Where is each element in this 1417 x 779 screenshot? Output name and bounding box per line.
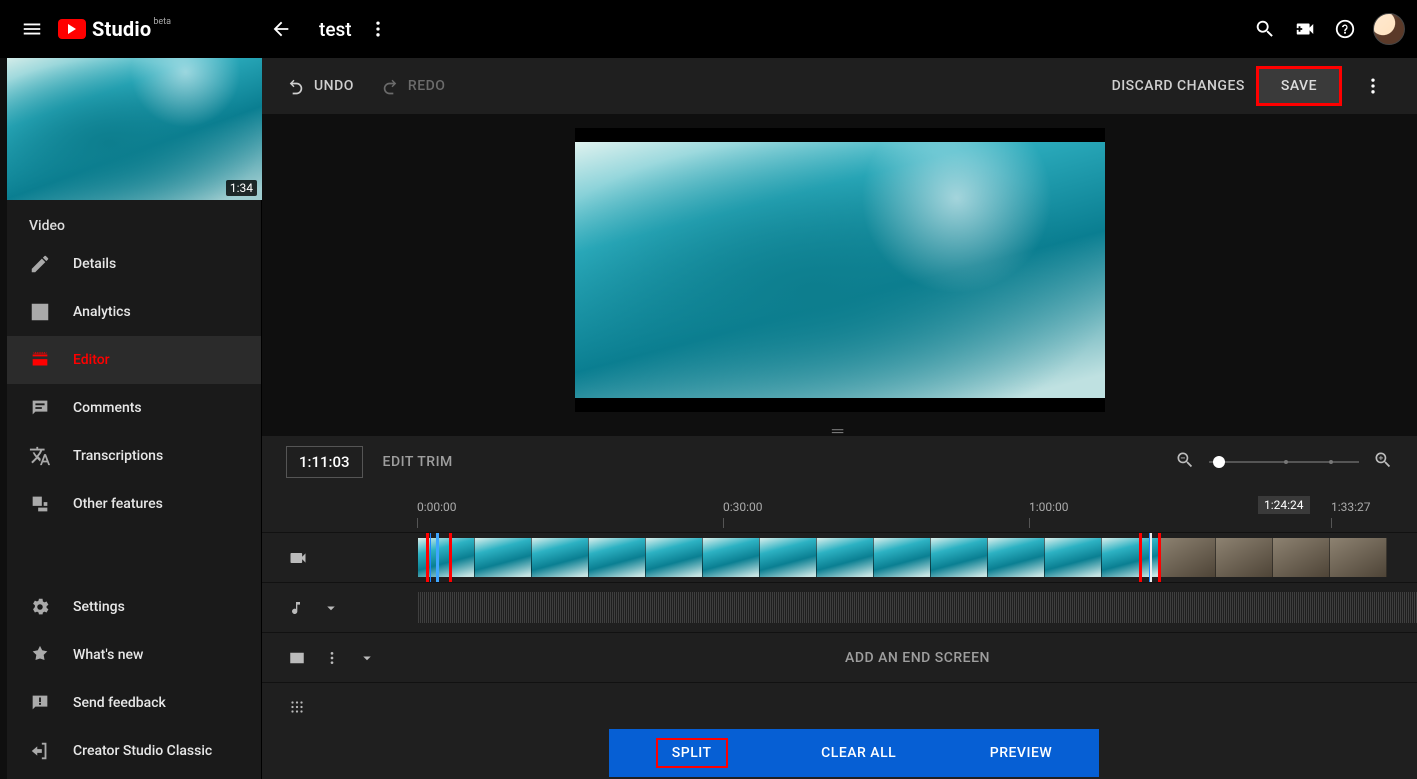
video-track-icon (288, 548, 308, 568)
blur-track-icon (288, 698, 306, 716)
thumbnail-duration: 1:34 (226, 180, 257, 196)
endscreen-track-icon (288, 649, 306, 667)
chevron-down-icon[interactable] (358, 649, 376, 667)
blur-track-body[interactable] (418, 683, 1417, 730)
audio-track-icon (288, 600, 304, 616)
page-title: test (319, 18, 352, 41)
translate-icon (29, 445, 51, 467)
trim-end-handle[interactable] (1150, 533, 1152, 582)
timeline-ruler[interactable]: 0:00:00 0:30:00 1:00:00 1:24:24 1:33:27 (262, 488, 1417, 532)
sidebar-item-label: Details (73, 256, 116, 272)
redo-label: REDO (408, 78, 446, 94)
ruler-mark: 0:30:00 (723, 500, 763, 514)
editor-icon (29, 349, 51, 371)
discard-changes-button[interactable]: DISCARD CHANGES (1112, 78, 1245, 94)
breadcrumb: test (261, 9, 398, 49)
sidebar-item-whats-new[interactable]: What's new (7, 631, 261, 679)
playhead[interactable] (436, 533, 439, 582)
zoom-controls (1175, 450, 1393, 474)
feedback-icon (29, 692, 51, 714)
help-icon[interactable] (1325, 9, 1365, 49)
sidebar-item-label: Analytics (73, 304, 131, 320)
sidebar-item-classic[interactable]: Creator Studio Classic (7, 727, 261, 775)
video-preview[interactable] (575, 128, 1105, 412)
gear-icon (29, 596, 51, 618)
page-more-icon[interactable] (358, 9, 398, 49)
sidebar-item-comments[interactable]: Comments (7, 384, 261, 432)
zoom-out-icon[interactable] (1175, 450, 1195, 474)
undo-button[interactable]: UNDO (286, 76, 354, 96)
ruler-mark: 0:00:00 (417, 500, 457, 514)
sidebar: 1:34 Video Details Analytics Editor Comm… (7, 58, 262, 779)
exit-icon (29, 740, 51, 762)
youtube-studio-logo[interactable]: Studio beta (58, 17, 171, 41)
hamburger-icon[interactable] (12, 9, 52, 49)
timeline-controls: 1:11:03 EDIT TRIM (262, 436, 1417, 488)
timeline: 0:00:00 0:30:00 1:00:00 1:24:24 1:33:27 (262, 488, 1417, 779)
blur-track (262, 682, 1417, 730)
preview-button[interactable]: PREVIEW (990, 745, 1052, 761)
create-video-icon[interactable] (1285, 9, 1325, 49)
chevron-down-icon[interactable] (322, 599, 340, 617)
search-icon[interactable] (1245, 9, 1285, 49)
redo-button[interactable]: REDO (380, 76, 446, 96)
ruler-mark: 1:33:27 (1331, 500, 1371, 514)
ruler-active-marker: 1:24:24 (1258, 496, 1310, 514)
whatsnew-icon (29, 644, 51, 666)
sidebar-item-editor[interactable]: Editor (7, 336, 261, 384)
pencil-icon (29, 253, 51, 275)
sidebar-item-label: Transcriptions (73, 448, 163, 464)
main-editor: UNDO REDO DISCARD CHANGES SAVE ═ 1:11:03… (262, 58, 1417, 779)
sidebar-item-other-features[interactable]: Other features (7, 480, 261, 528)
video-track-body[interactable] (418, 533, 1417, 582)
comments-icon (29, 397, 51, 419)
audio-track-body[interactable] (418, 583, 1417, 632)
sidebar-item-details[interactable]: Details (7, 240, 261, 288)
endscreen-track-body[interactable]: ADD AN END SCREEN (418, 633, 1417, 682)
ruler-mark: 1:00:00 (1029, 500, 1069, 514)
preview-area (262, 114, 1417, 426)
edit-trim-button[interactable]: EDIT TRIM (383, 454, 453, 470)
undo-icon (286, 76, 306, 96)
timecode-field[interactable]: 1:11:03 (286, 446, 363, 478)
sidebar-section-label: Video (7, 200, 261, 240)
video-track (262, 532, 1417, 582)
sidebar-item-label: Creator Studio Classic (73, 743, 212, 759)
sidebar-item-label: Send feedback (73, 695, 166, 711)
account-avatar[interactable] (1373, 13, 1405, 45)
sidebar-item-transcriptions[interactable]: Transcriptions (7, 432, 261, 480)
panel-drag-handle[interactable]: ═ (262, 426, 1417, 436)
save-button[interactable]: SAVE (1259, 69, 1339, 103)
back-arrow-icon[interactable] (261, 9, 301, 49)
sidebar-item-label: Editor (73, 352, 110, 368)
sidebar-item-label: Settings (73, 599, 125, 615)
logo-text: Studio (92, 17, 151, 41)
sidebar-item-send-feedback[interactable]: Send feedback (7, 679, 261, 727)
zoom-in-icon[interactable] (1373, 450, 1393, 474)
sidebar-item-analytics[interactable]: Analytics (7, 288, 261, 336)
sidebar-item-label: Other features (73, 496, 163, 512)
editor-toolbar: UNDO REDO DISCARD CHANGES SAVE (262, 58, 1417, 114)
endscreen-track: ADD AN END SCREEN (262, 632, 1417, 682)
sidebar-item-label: What's new (73, 647, 143, 663)
sidebar-item-settings[interactable]: Settings (7, 583, 261, 631)
audio-track (262, 582, 1417, 632)
redo-icon (380, 76, 400, 96)
zoom-slider[interactable] (1209, 461, 1359, 463)
undo-label: UNDO (314, 78, 354, 94)
logo-beta-badge: beta (153, 17, 171, 27)
app-header: Studio beta test (0, 0, 1417, 58)
add-end-screen-button[interactable]: ADD AN END SCREEN (845, 650, 990, 666)
video-thumbnail[interactable]: 1:34 (7, 58, 261, 200)
analytics-icon (29, 301, 51, 323)
track-more-icon[interactable] (324, 650, 340, 666)
toolbar-more-icon[interactable] (1353, 66, 1393, 106)
features-icon (29, 493, 51, 515)
clear-all-button[interactable]: CLEAR ALL (821, 745, 896, 761)
youtube-play-icon (58, 19, 86, 39)
sidebar-item-label: Comments (73, 400, 142, 416)
split-button[interactable]: SPLIT (656, 738, 728, 768)
